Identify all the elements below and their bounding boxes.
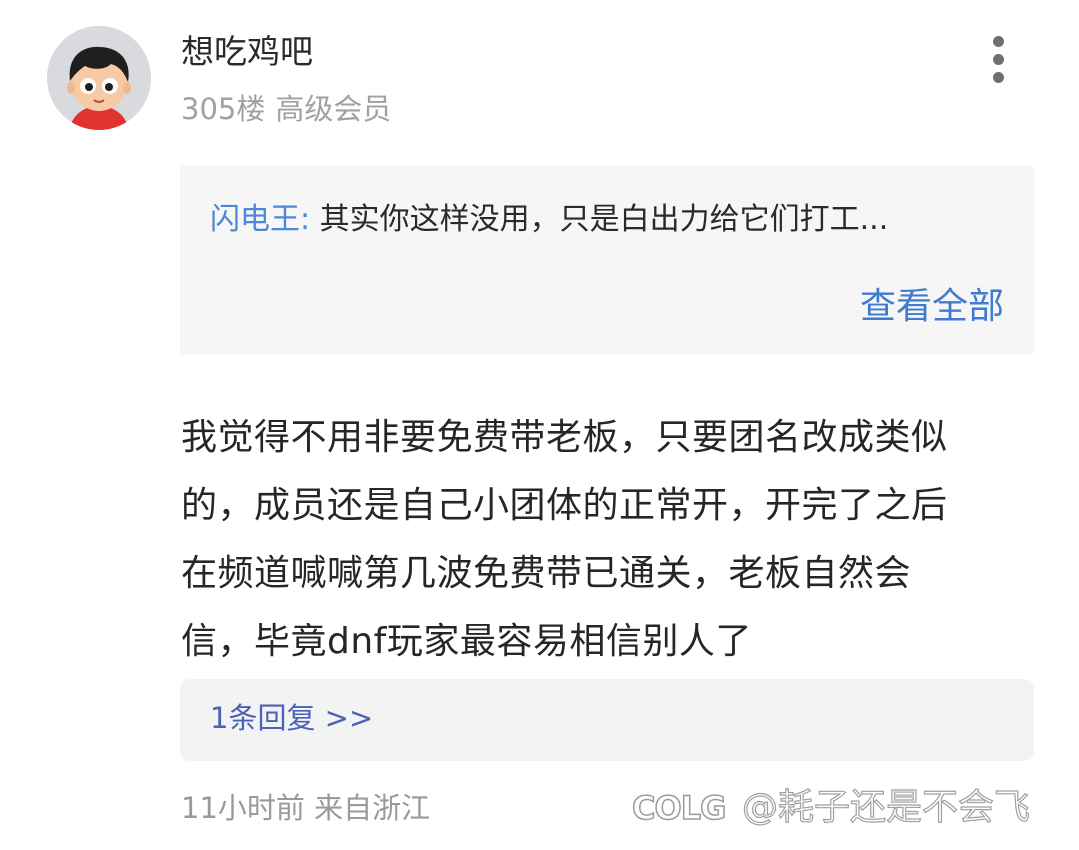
- watermark-handle: @耗子还是不会飞: [741, 786, 1031, 828]
- more-options-button[interactable]: [984, 36, 1014, 84]
- replies-bar[interactable]: 1条回复 >>: [180, 679, 1034, 761]
- quoted-text: 其实你这样没用，只是白出力给它们打工...: [310, 202, 889, 237]
- comment-text-line: 在频道喊喊第几波免费带已通关，老板自然会: [181, 553, 912, 594]
- watermark: COLG @耗子还是不会飞: [631, 782, 1062, 834]
- more-vertical-icon: [993, 36, 1004, 47]
- username[interactable]: 想吃鸡吧: [181, 30, 313, 74]
- more-vertical-icon: [993, 72, 1004, 83]
- member-level: 高级会员: [275, 92, 392, 126]
- watermark-logo: COLG: [631, 788, 727, 828]
- comment-text-line: 我觉得不用非要免费带老板，只要团名改成类似: [181, 417, 948, 458]
- comment-meta: 305楼 高级会员: [181, 88, 391, 130]
- quoted-reply-line: 闪电王: 其实你这样没用，只是白出力给它们打工...: [210, 198, 1010, 242]
- more-vertical-icon: [993, 54, 1004, 65]
- quoted-author[interactable]: 闪电王:: [210, 202, 310, 237]
- view-all-link[interactable]: 查看全部: [860, 282, 1004, 332]
- comment-text-line: 信，毕竟dnf玩家最容易相信别人了: [181, 621, 752, 662]
- comment-text: 我觉得不用非要免费带老板，只要团名改成类似 的，成员还是自己小团体的正常开，开完…: [181, 404, 1041, 676]
- cartoon-boy-avatar-icon: [47, 26, 151, 130]
- comment-text-line: 的，成员还是自己小团体的正常开，开完了之后: [181, 485, 948, 526]
- floor-number: 305楼: [181, 92, 266, 126]
- replies-link[interactable]: 1条回复 >>: [210, 696, 373, 740]
- time-location: 11小时前 来自浙江: [181, 791, 431, 825]
- quoted-reply[interactable]: 闪电王: 其实你这样没用，只是白出力给它们打工... 查看全部: [180, 166, 1034, 354]
- user-avatar[interactable]: [47, 26, 151, 130]
- comment-card: 想吃鸡吧 305楼 高级会员 闪电王: 其实你这样没用，只是白出力给它们打工...…: [0, 0, 1079, 850]
